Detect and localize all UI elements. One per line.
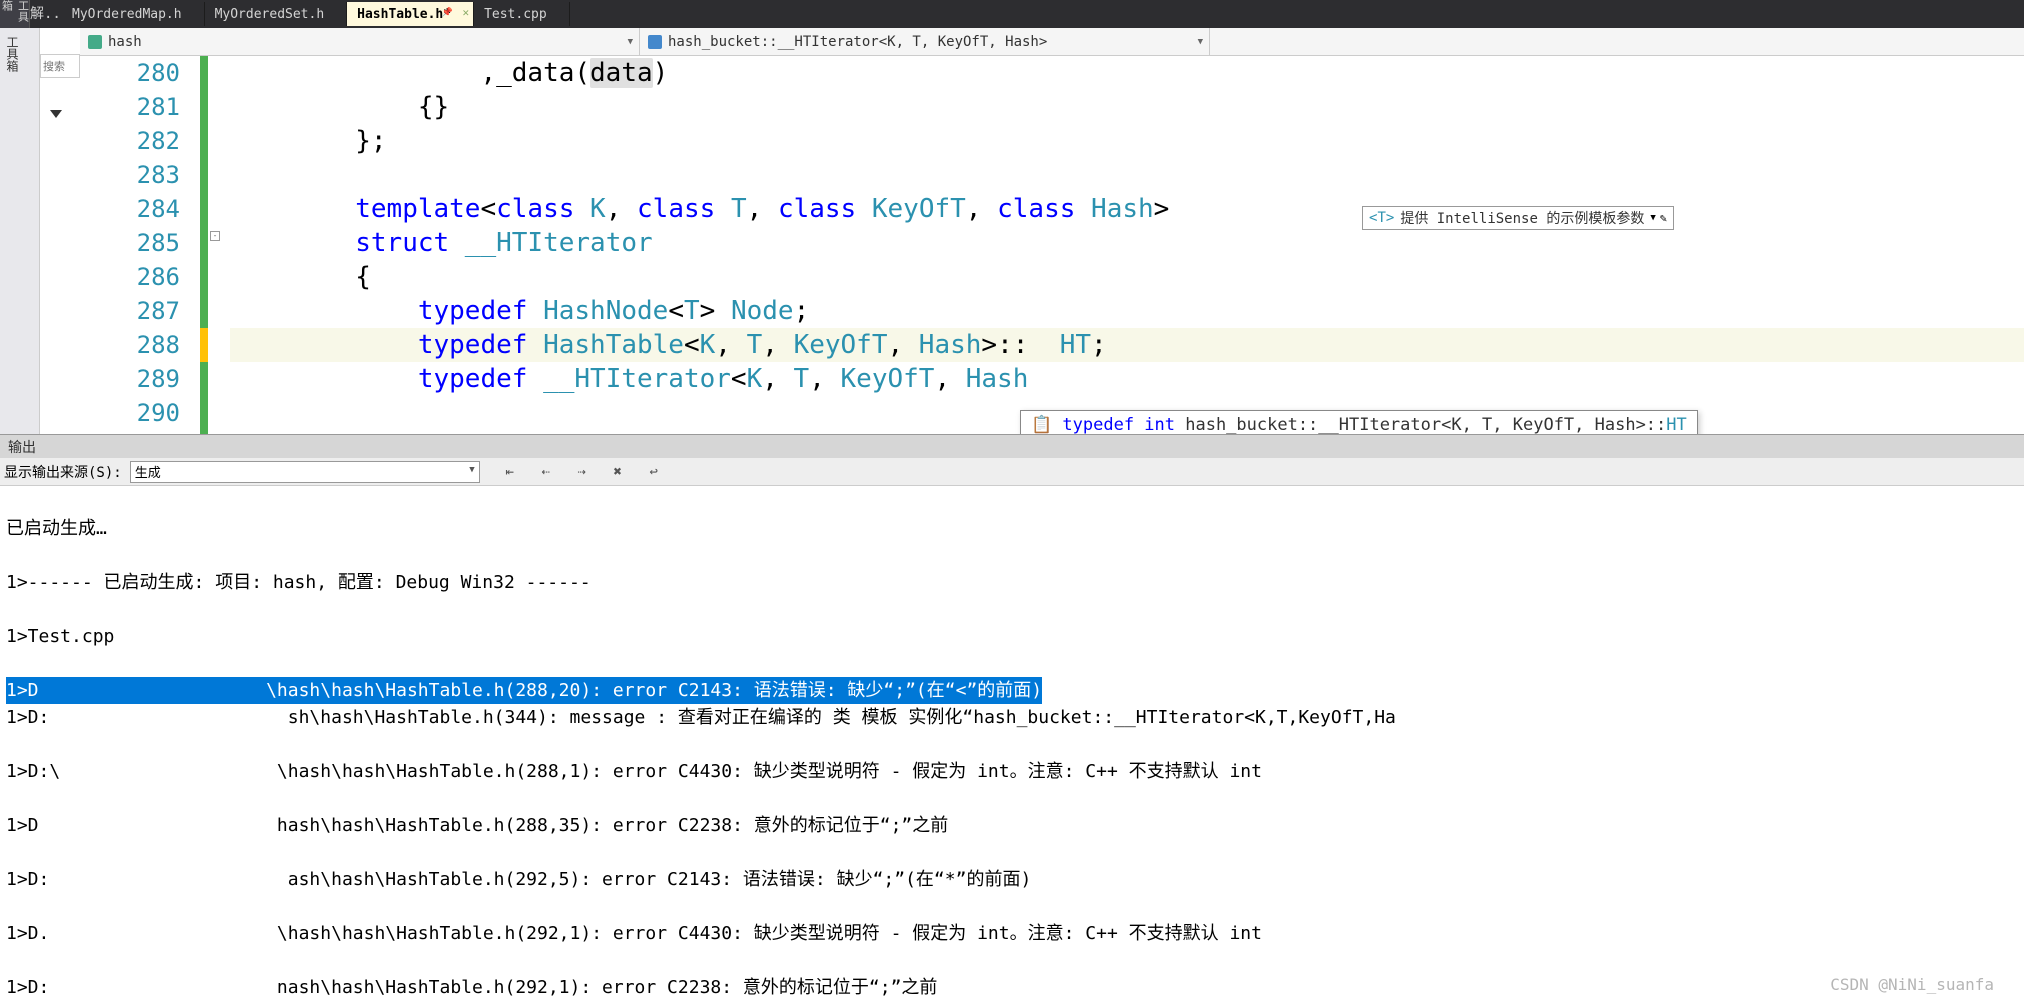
tab-myorderedmap[interactable]: MyOrderedMap.h: [62, 2, 205, 26]
tab-test[interactable]: Test.cpp: [474, 2, 570, 26]
line-number: 281: [80, 90, 200, 124]
next-icon[interactable]: ⇢: [572, 462, 592, 482]
edit-icon[interactable]: ✎: [1660, 211, 1667, 225]
line-number: 290: [80, 396, 200, 430]
console-line: 1>D: nash\hash\HashTable.h(292,1): error…: [6, 974, 2018, 1000]
fold-toggle[interactable]: -: [210, 231, 220, 241]
chevron-down-icon: ▼: [1198, 37, 1203, 47]
pin-icon[interactable]: 📌: [442, 8, 453, 18]
line-number: 284: [80, 192, 200, 226]
clear-icon[interactable]: ✖: [608, 462, 628, 482]
close-icon[interactable]: ✕: [462, 6, 469, 19]
change-indicator-saved: [200, 56, 208, 434]
scope-text: hash: [108, 34, 142, 50]
code-line: ,_data(data): [230, 56, 2024, 90]
code-line: };: [230, 124, 2024, 158]
output-source-select[interactable]: 生成 ▼: [130, 461, 480, 483]
chevron-down-icon: ▼: [469, 465, 474, 475]
expand-panel-button[interactable]: 解...: [30, 0, 58, 28]
line-number-gutter: 280 281 282 283 284 285 286 287 288 289 …: [80, 56, 200, 430]
tab-label: HashTable.h*: [357, 7, 451, 22]
tab-label: MyOrderedMap.h: [72, 7, 182, 22]
left-dock: 工具箱: [0, 28, 40, 448]
collapse-icon[interactable]: [50, 110, 62, 118]
watermark: CSDN @NiNi_suanfa: [1830, 975, 1994, 994]
code-line: {}: [230, 90, 2024, 124]
line-number: 289: [80, 362, 200, 396]
toolbox-label[interactable]: 工具箱: [0, 28, 25, 80]
console-line: 1>D. \hash\hash\HashTable.h(292,1): erro…: [6, 920, 2018, 947]
output-source-value: 生成: [135, 466, 161, 481]
code-line-active: typedef HashTable<K, T, KeyOfT, Hash>:: …: [230, 328, 2024, 362]
fold-column: -: [208, 56, 224, 434]
member-text: hash_bucket::__HTIterator<K, T, KeyOfT, …: [668, 34, 1047, 50]
tab-label: MyOrderedSet.h: [215, 7, 325, 22]
line-number: 283: [80, 158, 200, 192]
chevron-down-icon: ▼: [1650, 213, 1655, 223]
navigation-bar: hash ▼ hash_bucket::__HTIterator<K, T, K…: [80, 28, 2024, 56]
code-editor[interactable]: 280 281 282 283 284 285 286 287 288 289 …: [80, 56, 2024, 434]
line-number: 288: [80, 328, 200, 362]
tab-strip: 工具箱 解... MyOrderedMap.h MyOrderedSet.h H…: [0, 0, 2024, 28]
chevron-down-icon: ▼: [628, 37, 633, 47]
find-icon[interactable]: ⇤: [500, 462, 520, 482]
tparam-text: 提供 IntelliSense 的示例模板参数: [1400, 208, 1644, 228]
tab-myorderedset[interactable]: MyOrderedSet.h: [205, 2, 348, 26]
scope-selector[interactable]: hash ▼: [80, 28, 640, 55]
tab-hashtable[interactable]: HashTable.h*📌 ✕: [347, 2, 474, 26]
output-source-label: 显示输出来源(S):: [4, 462, 122, 482]
search-input[interactable]: [40, 54, 80, 78]
output-panel-header: 输出: [0, 434, 2024, 458]
console-line: 已启动生成…: [6, 515, 2018, 542]
template-param-badge[interactable]: <T> 提供 IntelliSense 的示例模板参数 ▼ ✎: [1362, 206, 1674, 230]
code-line: typedef HashNode<T> Node;: [230, 294, 2024, 328]
tooltip-signature: 📋 typedef int hash_bucket::__HTIterator<…: [1031, 415, 1687, 434]
line-number: 285: [80, 226, 200, 260]
output-toolbar: 显示输出来源(S): 生成 ▼ ⇤ ⇠ ⇢ ✖ ↩: [0, 458, 2024, 486]
output-console[interactable]: 已启动生成… 1>------ 已启动生成: 项目: hash, 配置: Deb…: [0, 486, 2024, 1000]
member-selector[interactable]: hash_bucket::__HTIterator<K, T, KeyOfT, …: [640, 28, 1210, 55]
console-line-selected[interactable]: 1>D \hash\hash\HashTable.h(288,20): erro…: [6, 677, 1042, 704]
tparam-tag: <T>: [1369, 210, 1394, 226]
prev-icon[interactable]: ⇠: [536, 462, 556, 482]
console-line: 1>Test.cpp: [6, 623, 2018, 650]
change-indicator-modified: [200, 328, 208, 362]
class-icon: [648, 35, 662, 49]
wrap-icon[interactable]: ↩: [644, 462, 664, 482]
line-number: 287: [80, 294, 200, 328]
code-line: [230, 158, 2024, 192]
intellisense-tooltip: 📋 typedef int hash_bucket::__HTIterator<…: [1020, 410, 1698, 434]
line-number: 282: [80, 124, 200, 158]
code-line: template<class K, class T, class KeyOfT,…: [230, 192, 2024, 226]
console-line: 1>D hash\hash\HashTable.h(288,35): error…: [6, 812, 2018, 839]
code-content[interactable]: ,_data(data) {} }; template<class K, cla…: [230, 56, 2024, 430]
console-line: 1>------ 已启动生成: 项目: hash, 配置: Debug Win3…: [6, 569, 2018, 596]
console-line: 1>D: sh\hash\HashTable.h(344): message :…: [6, 704, 2018, 731]
line-number: 280: [80, 56, 200, 90]
console-line: 1>D:\ \hash\hash\HashTable.h(288,1): err…: [6, 758, 2018, 785]
console-line: 1>D: ash\hash\HashTable.h(292,5): error …: [6, 866, 2018, 893]
code-line: {: [230, 260, 2024, 294]
tab-label: Test.cpp: [484, 7, 547, 22]
code-line: struct __HTIterator: [230, 226, 2024, 260]
toolbox-sidebar-tab[interactable]: 工具箱: [0, 0, 30, 28]
code-line: typedef __HTIterator<K, T, KeyOfT, Hash: [230, 362, 2024, 396]
line-number: 286: [80, 260, 200, 294]
namespace-icon: [88, 35, 102, 49]
